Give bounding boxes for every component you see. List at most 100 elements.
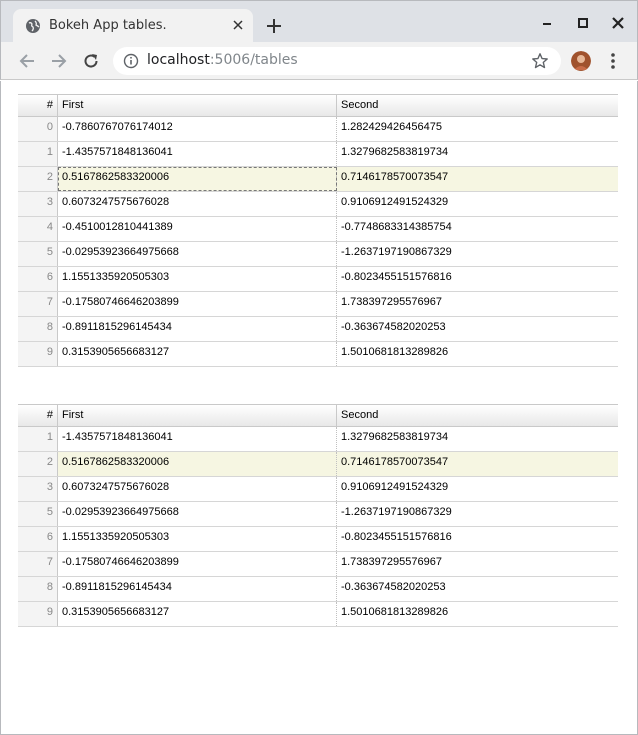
cell-first[interactable]: 0.6073247575676028 <box>58 477 337 501</box>
cell-second[interactable]: 1.738397295576967 <box>337 292 618 316</box>
row-index: 3 <box>18 477 58 501</box>
table-row[interactable]: 8 -0.8911815296145434 -0.363674582020253 <box>18 317 618 342</box>
cell-second[interactable]: -0.7748683314385754 <box>337 217 618 241</box>
url-host: localhost <box>147 52 210 68</box>
window-close-icon[interactable] <box>610 15 626 31</box>
cell-second[interactable]: 1.3279682583819734 <box>337 427 618 451</box>
data-table-2: # First Second 1 -1.4357571848136041 1.3… <box>18 404 618 627</box>
cell-first[interactable]: 1.1551335920505303 <box>58 527 337 551</box>
column-header-second[interactable]: Second <box>337 95 618 117</box>
table-row[interactable]: 4 -0.4510012810441389 -0.774868331438575… <box>18 217 618 242</box>
back-arrow-icon[interactable] <box>17 51 37 71</box>
info-icon[interactable] <box>123 53 139 69</box>
cell-second[interactable]: 0.9106912491524329 <box>337 192 618 216</box>
cell-second[interactable]: 1.738397295576967 <box>337 552 618 576</box>
table-row[interactable]: 9 0.3153905656683127 1.5010681813289826 <box>18 602 618 627</box>
reload-icon[interactable] <box>81 51 101 71</box>
table-row[interactable]: 5 -0.02953923664975668 -1.26371971908673… <box>18 502 618 527</box>
cell-first[interactable]: 0.5167862583320006 <box>58 452 337 476</box>
table-header: # First Second <box>18 94 618 117</box>
row-index: 2 <box>18 452 58 476</box>
cell-first[interactable]: -0.02953923664975668 <box>58 242 337 266</box>
table-row[interactable]: 1 -1.4357571848136041 1.3279682583819734 <box>18 427 618 452</box>
avatar-image <box>571 51 591 71</box>
kebab-menu-icon[interactable] <box>605 51 621 71</box>
close-icon[interactable] <box>231 18 245 32</box>
address-bar[interactable]: localhost:5006/tables <box>113 47 561 75</box>
cell-first[interactable]: -0.7860767076174012 <box>58 117 337 141</box>
cell-first[interactable]: -0.4510012810441389 <box>58 217 337 241</box>
row-index: 5 <box>18 502 58 526</box>
cell-second[interactable]: 0.7146178570073547 <box>337 167 618 191</box>
cell-first[interactable]: -0.8911815296145434 <box>58 317 337 341</box>
row-index: 7 <box>18 552 58 576</box>
row-index: 2 <box>18 167 58 191</box>
maximize-icon[interactable] <box>575 15 591 31</box>
cell-first[interactable]: -0.02953923664975668 <box>58 502 337 526</box>
title-bar: Bokeh App tables. <box>0 0 638 43</box>
table-row[interactable]: 6 1.1551335920505303 -0.8023455151576816 <box>18 527 618 552</box>
table-row[interactable]: 8 -0.8911815296145434 -0.363674582020253 <box>18 577 618 602</box>
minimize-icon[interactable] <box>539 15 555 31</box>
cell-first[interactable]: 0.3153905656683127 <box>58 342 337 366</box>
row-index: 7 <box>18 292 58 316</box>
table-header: # First Second <box>18 404 618 427</box>
cell-first-active[interactable]: 0.5167862583320006 <box>58 167 337 191</box>
table-row[interactable]: 1 -1.4357571848136041 1.3279682583819734 <box>18 142 618 167</box>
row-index: 5 <box>18 242 58 266</box>
column-header-index[interactable]: # <box>18 95 58 117</box>
browser-tab[interactable]: Bokeh App tables. <box>13 9 253 43</box>
cell-second[interactable]: 0.7146178570073547 <box>337 452 618 476</box>
cell-second[interactable]: -0.8023455151576816 <box>337 527 618 551</box>
row-index: 8 <box>18 317 58 341</box>
table-row-selected[interactable]: 2 0.5167862583320006 0.7146178570073547 <box>18 452 618 477</box>
page-viewport: # First Second 0 -0.7860767076174012 1.2… <box>0 81 638 735</box>
cell-first[interactable]: -1.4357571848136041 <box>58 142 337 166</box>
browser-toolbar: localhost:5006/tables <box>0 42 638 80</box>
url-path: :5006/tables <box>209 52 298 68</box>
cell-first[interactable]: 1.1551335920505303 <box>58 267 337 291</box>
table-row[interactable]: 0 -0.7860767076174012 1.282429426456475 <box>18 117 618 142</box>
column-header-first[interactable]: First <box>58 95 337 117</box>
row-index: 0 <box>18 117 58 141</box>
table-row[interactable]: 7 -0.17580746646203899 1.738397295576967 <box>18 292 618 317</box>
row-index: 9 <box>18 342 58 366</box>
cell-second[interactable]: 1.282429426456475 <box>337 117 618 141</box>
table-row[interactable]: 9 0.3153905656683127 1.5010681813289826 <box>18 342 618 367</box>
row-index: 3 <box>18 192 58 216</box>
row-index: 8 <box>18 577 58 601</box>
table-row-selected[interactable]: 2 0.5167862583320006 0.7146178570073547 <box>18 167 618 192</box>
cell-first[interactable]: -0.8911815296145434 <box>58 577 337 601</box>
cell-second[interactable]: 1.3279682583819734 <box>337 142 618 166</box>
table-row[interactable]: 3 0.6073247575676028 0.9106912491524329 <box>18 192 618 217</box>
column-header-index[interactable]: # <box>18 405 58 427</box>
table-row[interactable]: 7 -0.17580746646203899 1.738397295576967 <box>18 552 618 577</box>
cell-second[interactable]: 0.9106912491524329 <box>337 477 618 501</box>
cell-first[interactable]: -1.4357571848136041 <box>58 427 337 451</box>
row-index: 4 <box>18 217 58 241</box>
avatar[interactable] <box>571 51 591 71</box>
star-icon[interactable] <box>531 52 549 70</box>
cell-second[interactable]: 1.5010681813289826 <box>337 342 618 366</box>
table-row[interactable]: 3 0.6073247575676028 0.9106912491524329 <box>18 477 618 502</box>
cell-second[interactable]: 1.5010681813289826 <box>337 602 618 626</box>
table-row[interactable]: 6 1.1551335920505303 -0.8023455151576816 <box>18 267 618 292</box>
row-index: 6 <box>18 527 58 551</box>
cell-first[interactable]: -0.17580746646203899 <box>58 292 337 316</box>
column-header-second[interactable]: Second <box>337 405 618 427</box>
tab-title: Bokeh App tables. <box>49 18 167 33</box>
cell-first[interactable]: 0.3153905656683127 <box>58 602 337 626</box>
column-header-first[interactable]: First <box>58 405 337 427</box>
forward-arrow-icon[interactable] <box>49 51 69 71</box>
cell-first[interactable]: -0.17580746646203899 <box>58 552 337 576</box>
cell-second[interactable]: -1.2637197190867329 <box>337 242 618 266</box>
cell-second[interactable]: -0.363674582020253 <box>337 577 618 601</box>
url-text[interactable]: localhost:5006/tables <box>147 52 298 68</box>
cell-first[interactable]: 0.6073247575676028 <box>58 192 337 216</box>
table-row[interactable]: 5 -0.02953923664975668 -1.26371971908673… <box>18 242 618 267</box>
data-table-1: # First Second 0 -0.7860767076174012 1.2… <box>18 94 618 367</box>
plus-icon[interactable] <box>265 17 283 35</box>
cell-second[interactable]: -0.363674582020253 <box>337 317 618 341</box>
cell-second[interactable]: -0.8023455151576816 <box>337 267 618 291</box>
cell-second[interactable]: -1.2637197190867329 <box>337 502 618 526</box>
